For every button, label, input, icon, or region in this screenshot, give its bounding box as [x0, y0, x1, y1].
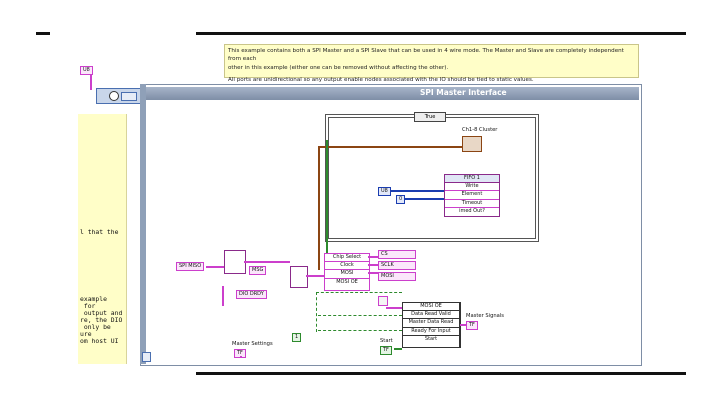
- one-constant[interactable]: 1: [292, 333, 302, 342]
- io-output-sclk[interactable]: SCLK: [378, 261, 416, 270]
- left-comment-bottom: example for output and re, the DIO only …: [80, 296, 122, 345]
- signal-row: Ready For Input: [403, 328, 459, 336]
- unbundle-row: MOSI OE: [336, 278, 358, 285]
- signals-bundle[interactable]: MOSI OE Data Read Valid Master Data Read…: [402, 302, 460, 348]
- bundle-node[interactable]: [224, 250, 246, 274]
- unbundle-node[interactable]: Chip Select Clock MOSI MOSI OE: [324, 253, 370, 291]
- left-comment-top-line: l that the: [80, 228, 119, 236]
- wire: [318, 146, 320, 270]
- master-signals-label: Master Signals: [466, 313, 505, 319]
- spi-miso-terminal[interactable]: SPI MISO: [176, 262, 205, 271]
- top-rule: [196, 32, 686, 35]
- description-note: This example contains both a SPI Master …: [224, 44, 639, 83]
- signal-row: Data Read Valid: [403, 311, 459, 320]
- note-line-1: This example contains both a SPI Master …: [228, 48, 624, 62]
- wire: [386, 307, 402, 309]
- io-output-mosi[interactable]: MOSI: [378, 272, 416, 281]
- note-line-2: other in this example (either one can be…: [228, 65, 449, 71]
- timeout-constant[interactable]: 0: [396, 195, 406, 204]
- timing-block[interactable]: [96, 88, 142, 104]
- wire: [404, 198, 444, 200]
- unbundle-row: MOSI: [325, 270, 369, 279]
- clock-icon: [109, 91, 119, 101]
- wire: [368, 272, 378, 274]
- signal-row: Start: [424, 335, 438, 342]
- wire: [222, 286, 224, 306]
- start-control[interactable]: TF: [380, 346, 392, 355]
- slide-dash: [36, 32, 50, 35]
- wire: [206, 266, 224, 268]
- ch-cluster-label: Ch1-8 Cluster: [462, 127, 498, 133]
- bottom-rule: [196, 372, 686, 375]
- cluster-indicator-icon[interactable]: [462, 136, 482, 152]
- fifo-row: Element: [445, 191, 499, 200]
- frame-title: SPI Master Interface: [420, 88, 507, 97]
- start-label: Start: [380, 338, 393, 344]
- signal-row: MOSI OE: [403, 303, 459, 312]
- compare-node-icon[interactable]: [378, 296, 388, 306]
- wire: [368, 256, 378, 258]
- wire: [90, 74, 92, 90]
- wire: [460, 324, 466, 326]
- wire: [244, 261, 290, 263]
- signal-row: Master Data Read: [403, 319, 459, 328]
- case-node[interactable]: [290, 266, 308, 288]
- wire: [316, 292, 317, 332]
- master-signals-indicator[interactable]: TF: [466, 321, 478, 330]
- case-selector[interactable]: True: [414, 112, 446, 122]
- fifo-row: Write: [445, 183, 499, 192]
- u8-constant[interactable]: U8: [378, 187, 391, 196]
- iteration-terminal-icon: [142, 352, 151, 362]
- unbundle-row: Chip Select: [325, 254, 369, 263]
- wire: [318, 330, 402, 331]
- loop-title-bar: [146, 87, 639, 100]
- fifo-header: FIFO 1: [445, 175, 499, 184]
- wire: [306, 275, 324, 277]
- wire: [328, 146, 462, 148]
- fifo-row: Timeout: [445, 200, 499, 208]
- wire: [240, 356, 242, 358]
- wire: [390, 190, 444, 192]
- wire: [368, 264, 378, 266]
- wire: [316, 292, 402, 293]
- case-structure[interactable]: [325, 114, 539, 242]
- io-output-cs[interactable]: CS: [378, 250, 416, 259]
- note-line-3: All ports are unidirectional so any outp…: [228, 77, 534, 83]
- msg-constant[interactable]: MSG: [249, 266, 267, 275]
- wire: [394, 348, 402, 350]
- wire: [318, 315, 402, 316]
- master-settings-label: Master Settings: [232, 341, 273, 347]
- fifo-node[interactable]: FIFO 1 Write Element Timeout imed Out?: [444, 174, 500, 217]
- io-outputs: CS SCLK MOSI: [378, 250, 416, 281]
- tick-icon: [121, 92, 137, 101]
- dio-drdy-terminal[interactable]: DIO DRDY: [236, 290, 267, 299]
- loop-frame-left-edge: [140, 84, 146, 364]
- unbundle-row: Clock: [325, 262, 369, 271]
- fifo-row: imed Out?: [459, 207, 485, 214]
- wire: [326, 140, 328, 253]
- left-comment-line: om host UI: [80, 337, 119, 345]
